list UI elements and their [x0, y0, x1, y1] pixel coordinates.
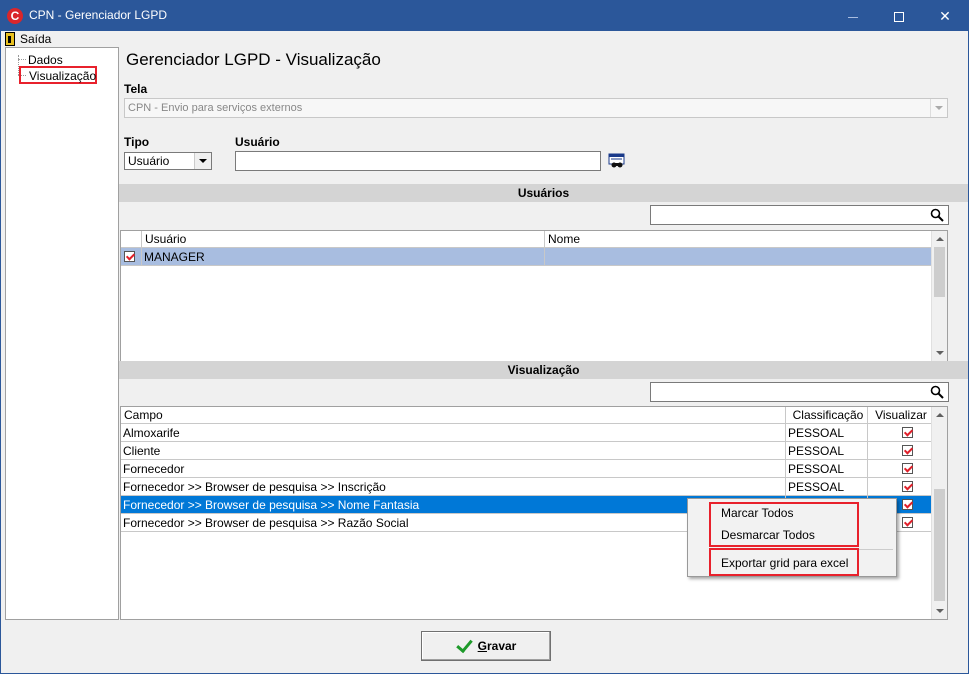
- window-title: CPN - Gerenciador LGPD: [29, 8, 168, 22]
- menu-exit[interactable]: Saída: [5, 31, 51, 47]
- row-checkbox-cell[interactable]: [121, 248, 142, 266]
- cell-classificacao: PESSOAL: [786, 478, 868, 496]
- tela-select-value: CPN - Envio para serviços externos: [128, 102, 303, 114]
- visualizar-checkbox[interactable]: [902, 517, 913, 528]
- usuario-input[interactable]: [235, 151, 601, 171]
- grid-header-classificacao[interactable]: Classificação: [786, 407, 868, 424]
- tela-label: Tela: [124, 82, 148, 96]
- tela-dropdown-button[interactable]: [930, 99, 947, 117]
- cell-usuario: MANAGER: [142, 248, 545, 266]
- tree-item-visualizacao[interactable]: Visualização: [19, 66, 97, 84]
- tipo-select-value: Usuário: [128, 154, 170, 168]
- cell-visualizar[interactable]: [868, 442, 932, 460]
- chevron-down-icon: [935, 106, 943, 110]
- tree-connector: [18, 59, 26, 60]
- tipo-dropdown-button[interactable]: [194, 153, 211, 169]
- visualizacao-scrollbar[interactable]: [931, 407, 947, 619]
- save-button-accelerator: G: [477, 639, 487, 653]
- visualizar-checkbox[interactable]: [902, 445, 913, 456]
- cell-classificacao: PESSOAL: [786, 442, 868, 460]
- table-row[interactable]: Almoxarife PESSOAL: [121, 424, 932, 442]
- menu-exit-label: Saída: [20, 32, 52, 46]
- annotation-highlight-box: [709, 502, 859, 547]
- cell-classificacao: PESSOAL: [786, 424, 868, 442]
- cell-campo: Fornecedor: [121, 460, 786, 478]
- annotation-highlight-box: [709, 548, 859, 576]
- usuario-label: Usuário: [235, 135, 280, 149]
- table-row[interactable]: Cliente PESSOAL: [121, 442, 932, 460]
- scroll-thumb[interactable]: [934, 489, 945, 601]
- grid-header-usuario[interactable]: Usuário: [142, 231, 545, 248]
- grid-header-campo[interactable]: Campo: [121, 407, 786, 424]
- checkmark-icon: [456, 639, 472, 653]
- cell-campo: Almoxarife: [121, 424, 786, 442]
- visualizar-checkbox[interactable]: [902, 427, 913, 438]
- cell-visualizar[interactable]: [868, 460, 932, 478]
- visualizar-checkbox[interactable]: [902, 481, 913, 492]
- usuarios-search-input[interactable]: [650, 205, 949, 225]
- scroll-down-icon[interactable]: [936, 609, 944, 613]
- app-window: C CPN - Gerenciador LGPD ✕ Saída Dados V…: [0, 0, 969, 674]
- tree-item-dados[interactable]: Dados: [28, 53, 63, 67]
- tela-select[interactable]: CPN - Envio para serviços externos: [124, 98, 948, 118]
- search-icon[interactable]: [930, 385, 944, 399]
- grid-header-nome[interactable]: Nome: [545, 231, 932, 248]
- minimize-button[interactable]: [830, 1, 876, 31]
- exit-door-icon: [5, 32, 15, 46]
- scroll-down-icon[interactable]: [936, 351, 944, 355]
- navigation-tree: Dados Visualização: [5, 47, 119, 620]
- maximize-icon: [894, 12, 904, 23]
- visualizar-checkbox[interactable]: [902, 463, 913, 474]
- cell-classificacao: PESSOAL: [786, 460, 868, 478]
- search-icon[interactable]: [930, 208, 944, 222]
- usuarios-scrollbar[interactable]: [931, 231, 947, 361]
- minimize-icon: [848, 16, 858, 18]
- binoculars-search-icon[interactable]: [608, 153, 625, 169]
- visualizacao-section-header: Visualização: [119, 361, 968, 379]
- tipo-label: Tipo: [124, 135, 150, 149]
- cell-visualizar[interactable]: [868, 478, 932, 496]
- table-row[interactable]: Fornecedor >> Browser de pesquisa >> Ins…: [121, 478, 932, 496]
- visualizar-checkbox[interactable]: [902, 499, 913, 510]
- title-bar[interactable]: C CPN - Gerenciador LGPD ✕: [1, 1, 968, 31]
- table-row[interactable]: MANAGER: [121, 248, 932, 266]
- scroll-thumb[interactable]: [934, 247, 945, 297]
- usuarios-section-header: Usuários: [119, 184, 968, 202]
- usuarios-grid: Usuário Nome MANAGER: [120, 230, 948, 362]
- cell-nome: [545, 248, 932, 266]
- tipo-select[interactable]: Usuário: [124, 152, 212, 170]
- menu-bar: Saída: [1, 31, 968, 47]
- close-button[interactable]: ✕: [922, 1, 968, 31]
- cell-campo: Fornecedor >> Browser de pesquisa >> Ins…: [121, 478, 786, 496]
- chevron-down-icon: [199, 159, 207, 163]
- cell-campo: Cliente: [121, 442, 786, 460]
- app-logo-icon: C: [7, 8, 23, 24]
- page-title: Gerenciador LGPD - Visualização: [126, 50, 381, 69]
- row-checkbox[interactable]: [124, 251, 135, 262]
- scroll-up-icon[interactable]: [936, 237, 944, 241]
- table-row[interactable]: Fornecedor PESSOAL: [121, 460, 932, 478]
- grid-header-check: [121, 231, 142, 248]
- save-button[interactable]: Gravar: [421, 631, 551, 661]
- save-button-label: ravar: [486, 639, 517, 653]
- scroll-up-icon[interactable]: [936, 413, 944, 417]
- grid-header-visualizar[interactable]: Visualizar: [868, 407, 932, 424]
- maximize-button[interactable]: [876, 1, 922, 31]
- close-icon: ✕: [939, 8, 951, 24]
- visualizacao-search-input[interactable]: [650, 382, 949, 402]
- cell-visualizar[interactable]: [868, 424, 932, 442]
